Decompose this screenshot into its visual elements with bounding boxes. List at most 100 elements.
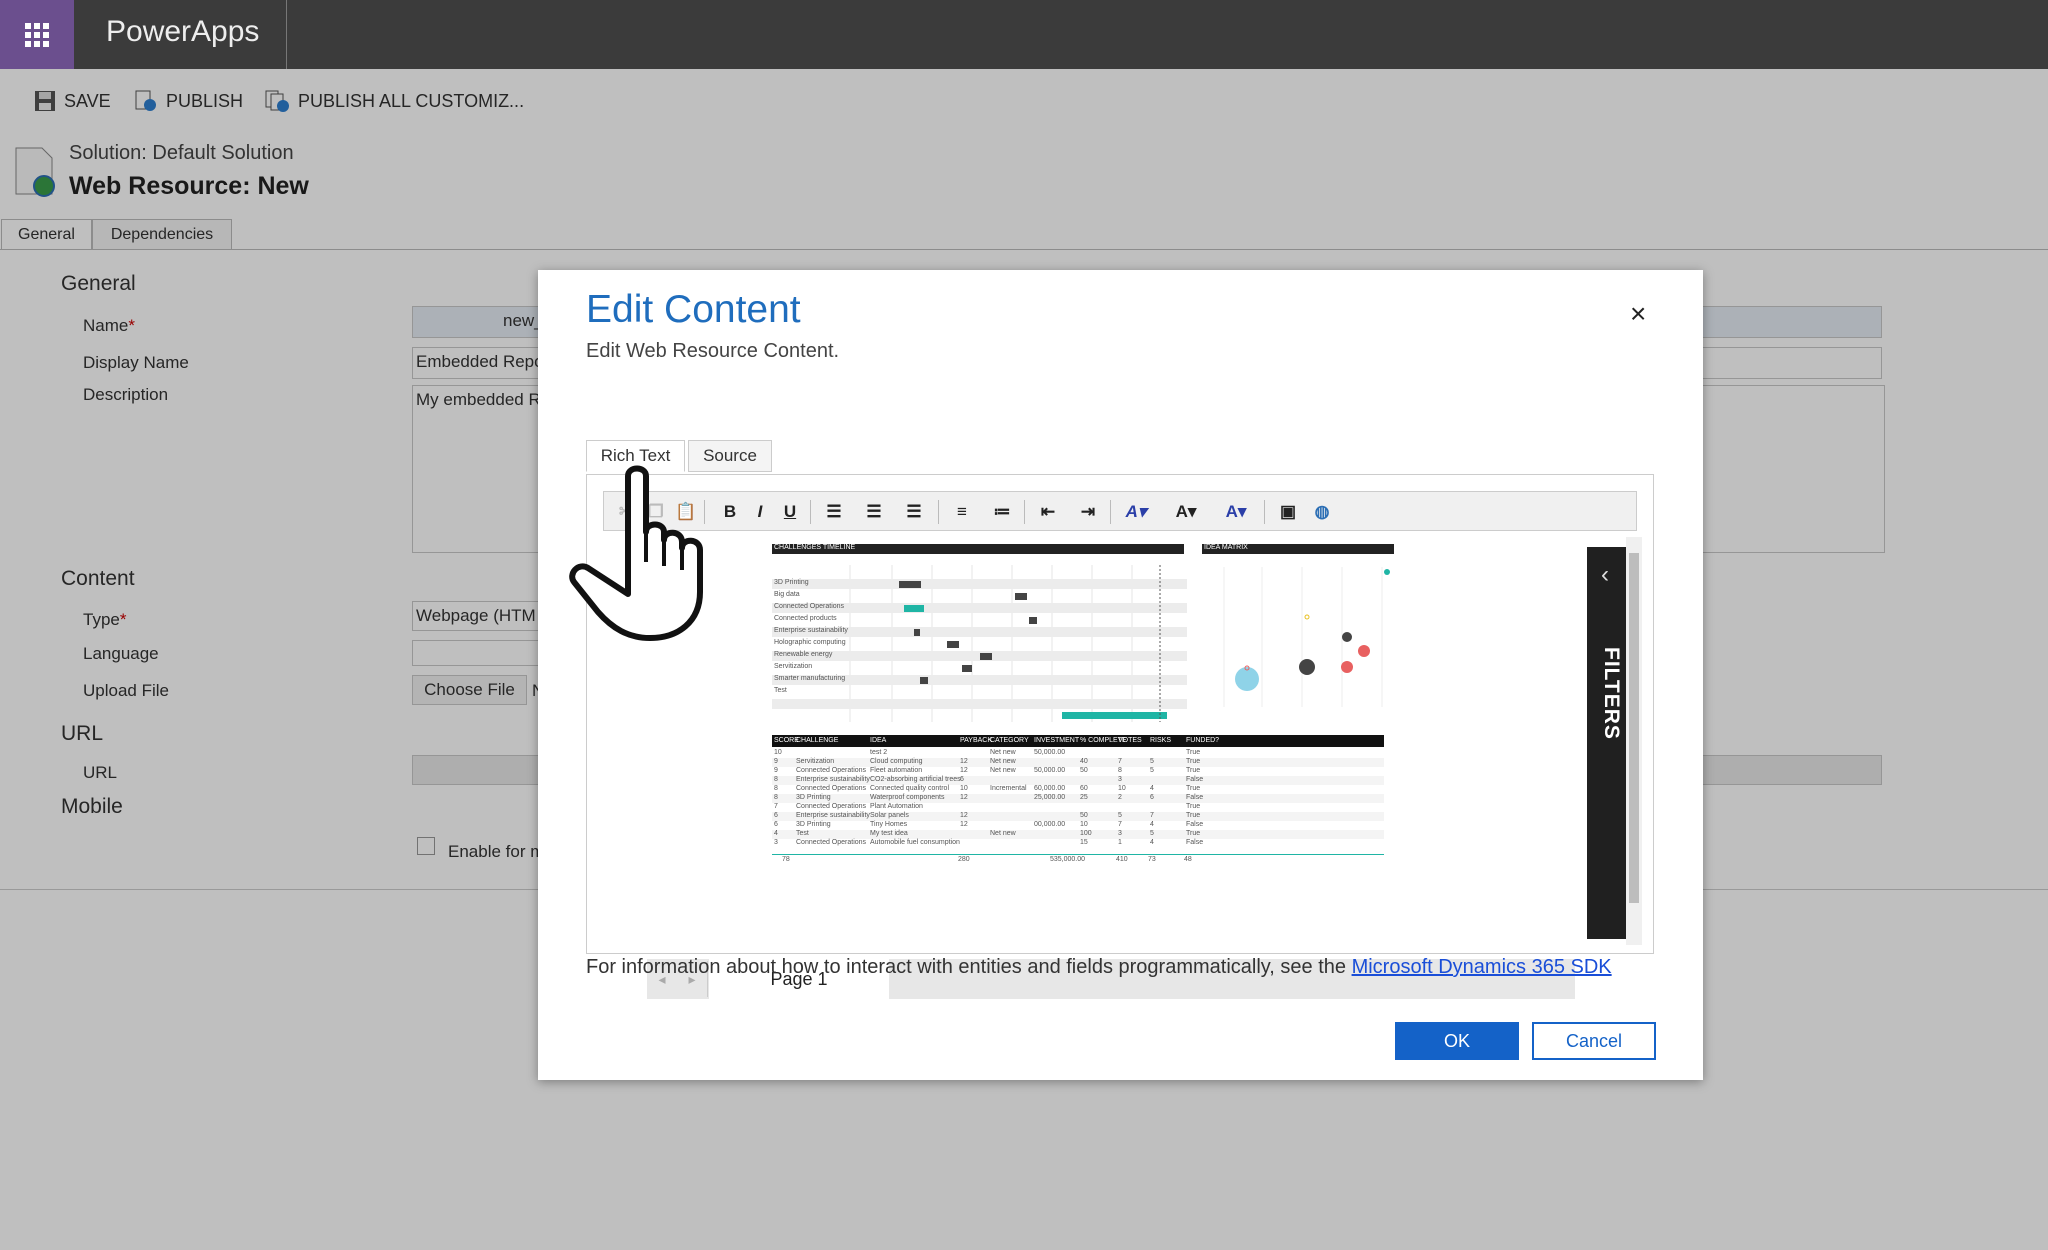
table-cell: Plant Automation (870, 803, 923, 810)
table-cell: Connected quality control (870, 785, 949, 792)
table-cell: 9 (774, 758, 778, 765)
bulleted-list-icon[interactable]: ≔ (988, 498, 1016, 526)
table-cell: 10 (774, 749, 782, 756)
table-row[interactable]: 10 test 2 Net new 50,000.00 True (772, 749, 1384, 758)
table-row[interactable]: 9 Connected Operations Fleet automation 12 N… (772, 767, 1384, 776)
table-cell: 5 (1150, 758, 1154, 765)
table-cell: 1 (1118, 839, 1122, 846)
table-cell: 6 (960, 776, 964, 783)
table-cell: True (1186, 758, 1201, 765)
table-cell: True (1186, 749, 1201, 756)
ok-button[interactable]: OK (1395, 1022, 1519, 1060)
timeline-row-label: Big data (774, 591, 800, 598)
table-row[interactable]: 8 Enterprise sustainability CO2-absorbing … (772, 776, 1384, 785)
table-cell: Net new (990, 830, 1016, 837)
table-cell: 7 (1118, 821, 1122, 828)
table-total-cell: 535,000.00 (1050, 856, 1086, 863)
table-row[interactable]: 4 Test My test idea Net new 100 3 5 True (772, 830, 1384, 839)
outdent-icon[interactable]: ⇤ (1034, 498, 1062, 526)
table-cell: 40 (1080, 758, 1088, 765)
table-cell: Incremental (990, 785, 1027, 792)
table-row[interactable]: 7 Connected Operations Plant Automation Tru… (772, 803, 1384, 812)
font-color-icon[interactable]: A▾ (1222, 498, 1250, 526)
rich-text-editor[interactable]: ✂ ❐ 📋 B I U ☰ ☰ ☰ ≡ ≔ ⇤ ⇥ A▾ A▾ A▾ ▣ ◍ (586, 474, 1654, 999)
table-cell: 5 (1118, 812, 1122, 819)
embedded-report[interactable]: CHALLENGES TIMELINE 3D Printing Big data C… (617, 539, 1617, 999)
editor-scrollbar[interactable] (1626, 537, 1642, 945)
table-cell: 6 (1150, 794, 1154, 801)
chevron-left-icon[interactable]: ‹ (1601, 561, 1609, 589)
table-cell: Waterproof components (870, 794, 945, 801)
table-cell: 25 (1080, 794, 1088, 801)
table-column-header: PAYBACK (960, 737, 993, 744)
table-cell: 4 (1150, 785, 1154, 792)
table-cell: 12 (960, 758, 968, 765)
font-size-icon[interactable]: A▾ (1172, 498, 1200, 526)
table-cell: 4 (774, 830, 778, 837)
numbered-list-icon[interactable]: ≡ (948, 498, 976, 526)
sdk-link[interactable]: Microsoft Dynamics 365 SDK (1352, 956, 1612, 978)
timeline-row-label: Servitization (774, 663, 813, 670)
table-total-cell: 410 (1116, 856, 1128, 863)
table-cell: 5 (1150, 767, 1154, 774)
table-cell: 4 (1150, 839, 1154, 846)
timeline-row-label: Renewable energy (774, 651, 833, 658)
dialog-subtitle: Edit Web Resource Content. (586, 340, 840, 362)
italic-button[interactable]: I (746, 498, 774, 526)
table-cell: Net new (990, 749, 1016, 756)
table-cell: 7 (1118, 758, 1122, 765)
table-header-row: SCORE CHALLENGE IDEA PAYBACK CATEGORY INVESTM… (772, 735, 1384, 747)
timeline-row-label: Connected products (774, 615, 837, 622)
table-row[interactable]: 3 Connected Operations Automobile fuel con… (772, 839, 1384, 848)
table-cell: test 2 (870, 749, 888, 756)
table-row[interactable]: 6 Enterprise sustainability Solar panels 12… (772, 812, 1384, 821)
table-cell: Solar panels (870, 812, 909, 819)
table-cell: 7 (774, 803, 778, 810)
table-cell: True (1186, 803, 1201, 810)
table-cell: 10 (960, 785, 968, 792)
table-row[interactable]: 8 Connected Operations Connected quality c… (772, 785, 1384, 794)
table-cell: Connected Operations (796, 785, 867, 792)
table-cell: Connected Operations (796, 767, 867, 774)
table-cell: Enterprise sustainability (796, 776, 870, 783)
app-title[interactable]: PowerApps (106, 15, 259, 49)
table-row[interactable]: 6 3D Printing Tiny Homes 12 00,000.00 10 7 4 Fal… (772, 821, 1384, 830)
font-style-icon[interactable]: A▾ (1122, 498, 1150, 526)
table-cell: Test (796, 830, 809, 837)
matrix-header: IDEA MATRIX (1202, 544, 1394, 554)
scrollbar-thumb[interactable] (1629, 553, 1639, 903)
filters-label: FILTERS (1600, 647, 1623, 740)
table-cell: Fleet automation (870, 767, 923, 774)
align-right-icon[interactable]: ☰ (900, 498, 928, 526)
insert-link-icon[interactable]: ◍ (1308, 498, 1336, 526)
table-cell: Net new (990, 758, 1016, 765)
idea-matrix-chart (1223, 567, 1390, 707)
table-cell: 50 (1080, 767, 1088, 774)
table-cell: 12 (960, 821, 968, 828)
table-total-cell: 78 (782, 856, 790, 863)
table-cell: 50 (1080, 812, 1088, 819)
table-cell: Servitization (796, 758, 835, 765)
align-left-icon[interactable]: ☰ (820, 498, 848, 526)
cancel-button[interactable]: Cancel (1532, 1022, 1656, 1060)
timeline-row-labels: 3D Printing Big data Connected Operations C… (774, 579, 854, 739)
table-column-header: INVESTMENT (1034, 737, 1080, 744)
table-cell: 7 (1150, 812, 1154, 819)
app-launcher-button[interactable] (0, 0, 74, 69)
indent-icon[interactable]: ⇥ (1074, 498, 1102, 526)
table-row[interactable]: 8 3D Printing Waterproof components 12 25,00… (772, 794, 1384, 803)
table-cell: 3D Printing (796, 821, 831, 828)
underline-button[interactable]: U (776, 498, 804, 526)
table-cell: 100 (1080, 830, 1092, 837)
table-cell: 2 (1118, 794, 1122, 801)
insert-image-icon[interactable]: ▣ (1274, 498, 1302, 526)
table-column-header: IDEA (870, 737, 887, 744)
table-row[interactable]: 9 Servitization Cloud computing 12 Net new 40… (772, 758, 1384, 767)
align-center-icon[interactable]: ☰ (860, 498, 888, 526)
table-cell: 8 (774, 794, 778, 801)
table-cell: 12 (960, 812, 968, 819)
close-icon[interactable]: × (1630, 298, 1646, 330)
table-column-header: RISKS (1150, 737, 1172, 744)
table-cell: 50,000.00 (1034, 749, 1066, 756)
table-cell: 6 (774, 821, 778, 828)
